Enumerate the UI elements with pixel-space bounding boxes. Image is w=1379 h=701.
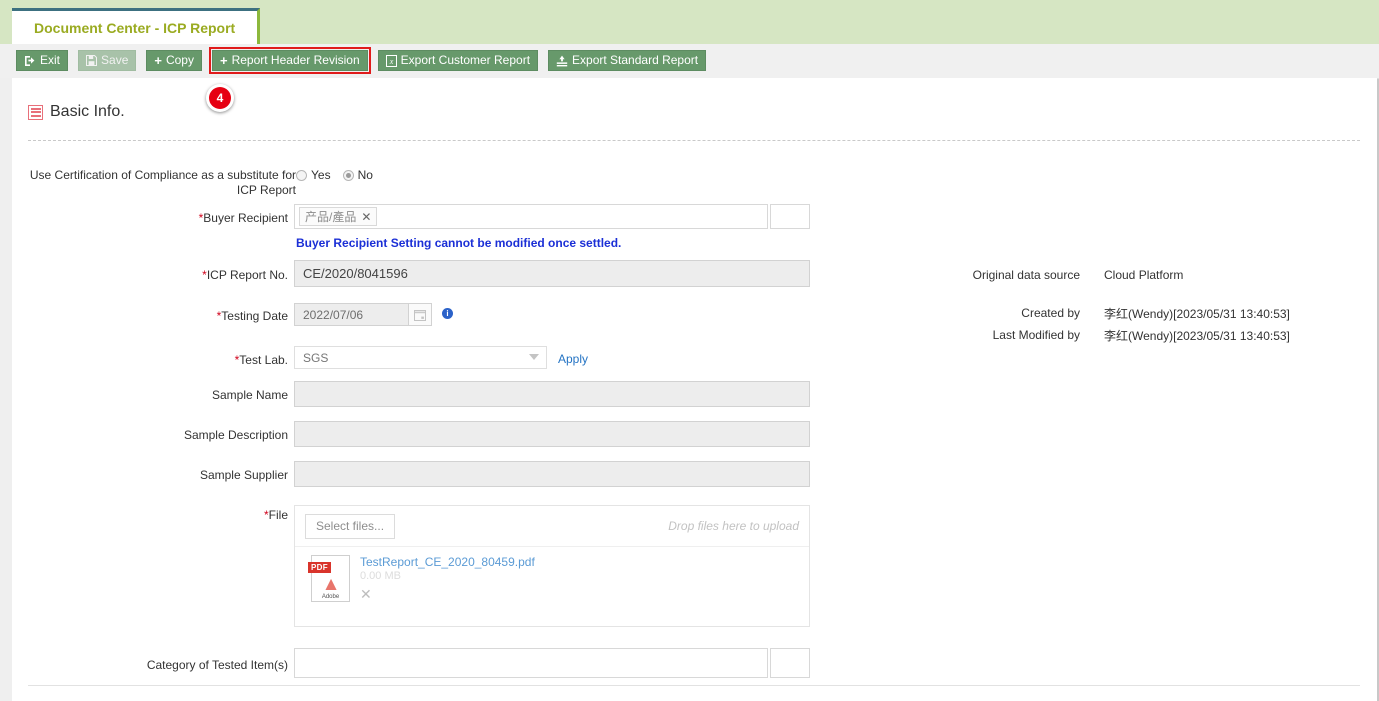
save-button[interactable]: Save (78, 50, 137, 71)
select-files-button[interactable]: Select files... (305, 513, 396, 539)
radio-no-label: No (357, 168, 373, 182)
save-label: Save (101, 53, 129, 67)
sample-name-label: Sample Name (211, 388, 288, 402)
radio-yes-label: Yes (311, 168, 331, 182)
exit-icon (24, 55, 36, 66)
category-of-tested-items-label: Category of Tested Item(s) (146, 658, 288, 672)
radio-circle-no (342, 169, 354, 181)
testing-date-value: 2022/07/06 (303, 307, 364, 322)
test-lab-label: *Test Lab. (234, 353, 288, 367)
sample-supplier-label: Sample Supplier (199, 468, 288, 482)
calendar-picker-button[interactable] (409, 303, 432, 326)
test-lab-select[interactable]: SGS (294, 346, 547, 369)
copy-label: Copy (165, 53, 194, 67)
plus-icon: + (219, 53, 228, 68)
test-lab-value: SGS (303, 350, 329, 365)
radio-yes[interactable]: Yes (296, 168, 331, 182)
buyer-recipient-label: *Buyer Recipient (198, 211, 288, 225)
category-of-tested-items-input[interactable] (294, 648, 768, 678)
category-picker-button[interactable] (770, 648, 810, 678)
created-by-label: Created by (1021, 306, 1080, 320)
buyer-recipient-tag-label: 产品/產品 (305, 210, 357, 224)
drop-files-hint: Drop files here to upload (668, 519, 799, 533)
pdf-brand-label: Adobe (321, 594, 340, 600)
last-modified-by-label: Last Modified by (992, 328, 1080, 342)
left-gutter (0, 78, 12, 701)
svg-text:x: x (388, 56, 393, 65)
export-standard-report-label: Export Standard Report (572, 53, 699, 67)
section-title: Basic Info. (50, 103, 125, 120)
attachment-list-item: PDF ▲ Adobe TestReport_CE_2020_80459.pdf… (295, 547, 809, 603)
pdf-file-icon: PDF ▲ Adobe (308, 555, 350, 602)
tab-document-center-icp-report[interactable]: Document Center - ICP Report (12, 8, 261, 44)
file-upload-toolbar: Select files... Drop files here to uploa… (295, 506, 809, 547)
coc-substitute-label: Use Certification of Compliance as a sub… (29, 168, 296, 197)
application-window: Document Center - ICP Report Exit Save +… (0, 0, 1379, 701)
adobe-swirl-icon: ▲ (321, 574, 341, 595)
copy-button[interactable]: + Copy (146, 50, 202, 71)
export-customer-report-button[interactable]: x Export Customer Report (377, 50, 539, 71)
save-button-wrap: Save (75, 47, 139, 74)
exit-button-wrap: Exit (13, 47, 71, 74)
report-header-revision-label: Report Header Revision (231, 53, 360, 67)
toolbar: Exit Save + Copy + Report Header Revisio… (0, 44, 1379, 79)
buyer-recipient-input[interactable]: 产品/產品 ✕ (294, 204, 768, 229)
radio-circle-yes (296, 169, 307, 181)
remove-tag-icon[interactable]: ✕ (361, 211, 371, 223)
export-standard-report-button-wrap: Export Standard Report (545, 47, 709, 74)
testing-date-input[interactable]: 2022/07/06 (294, 303, 409, 326)
last-modified-by-value: 李红(Wendy)[2023/05/31 13:40:53] (1104, 329, 1290, 343)
section-header-basic-info: Basic Info. (28, 103, 125, 121)
sample-name-input[interactable] (294, 381, 810, 407)
buyer-recipient-hint: Buyer Recipient Setting cannot be modifi… (296, 236, 622, 250)
sample-supplier-input[interactable] (294, 461, 810, 487)
testing-date-info-icon[interactable]: i (442, 308, 453, 319)
testing-date-label: *Testing Date (216, 309, 288, 323)
copy-button-wrap: + Copy (143, 47, 205, 74)
attachment-name[interactable]: TestReport_CE_2020_80459.pdf (360, 555, 535, 569)
section-divider (28, 140, 1360, 141)
main-content: Basic Info. Use Certification of Complia… (12, 78, 1377, 701)
exit-label: Exit (40, 53, 61, 67)
created-by-value: 李红(Wendy)[2023/05/31 13:40:53] (1104, 307, 1290, 321)
exit-button[interactable]: Exit (16, 50, 69, 71)
icp-report-no-input[interactable]: CE/2020/8041596 (294, 260, 810, 287)
attachment-size: 0.00 MB (360, 570, 401, 582)
buyer-recipient-tag: 产品/產品 ✕ (299, 207, 378, 226)
report-header-revision-button[interactable]: + Report Header Revision (211, 50, 368, 71)
original-data-source-label: Original data source (972, 268, 1080, 282)
apply-link[interactable]: Apply (558, 352, 588, 366)
bottom-divider (28, 685, 1360, 686)
file-label: *File (263, 508, 288, 522)
download-icon (556, 55, 568, 67)
step-marker-4: 4 (206, 84, 234, 112)
file-upload-area[interactable]: Select files... Drop files here to uploa… (294, 505, 810, 627)
remove-attachment-icon[interactable]: ✕ (360, 586, 535, 603)
buyer-recipient-picker-button[interactable] (770, 204, 810, 229)
export-customer-report-label: Export Customer Report (400, 53, 531, 67)
chevron-down-icon (529, 354, 539, 360)
sample-description-input[interactable] (294, 421, 810, 447)
list-icon (28, 104, 43, 120)
attachment-meta: TestReport_CE_2020_80459.pdf 0.00 MB ✕ (360, 555, 535, 603)
icp-report-no-value: CE/2020/8041596 (303, 266, 408, 281)
tab-label: Document Center - ICP Report (34, 19, 236, 36)
pdf-badge-label: PDF (308, 562, 331, 573)
radio-no[interactable]: No (342, 168, 373, 182)
icp-report-no-label: *ICP Report No. (202, 268, 288, 282)
export-customer-report-button-wrap: x Export Customer Report (375, 47, 541, 74)
header-band: Document Center - ICP Report (0, 0, 1379, 44)
export-standard-report-button[interactable]: Export Standard Report (548, 50, 707, 71)
report-header-revision-highlight: + Report Header Revision (208, 47, 371, 74)
sample-description-label: Sample Description (183, 428, 288, 442)
coc-substitute-radio-group: Yes No (296, 168, 373, 182)
step-marker-number: 4 (209, 87, 231, 109)
plus-icon: + (154, 53, 162, 68)
calendar-icon (414, 309, 426, 321)
excel-icon: x (385, 54, 397, 67)
save-icon (86, 55, 98, 66)
original-data-source-value: Cloud Platform (1104, 268, 1184, 282)
